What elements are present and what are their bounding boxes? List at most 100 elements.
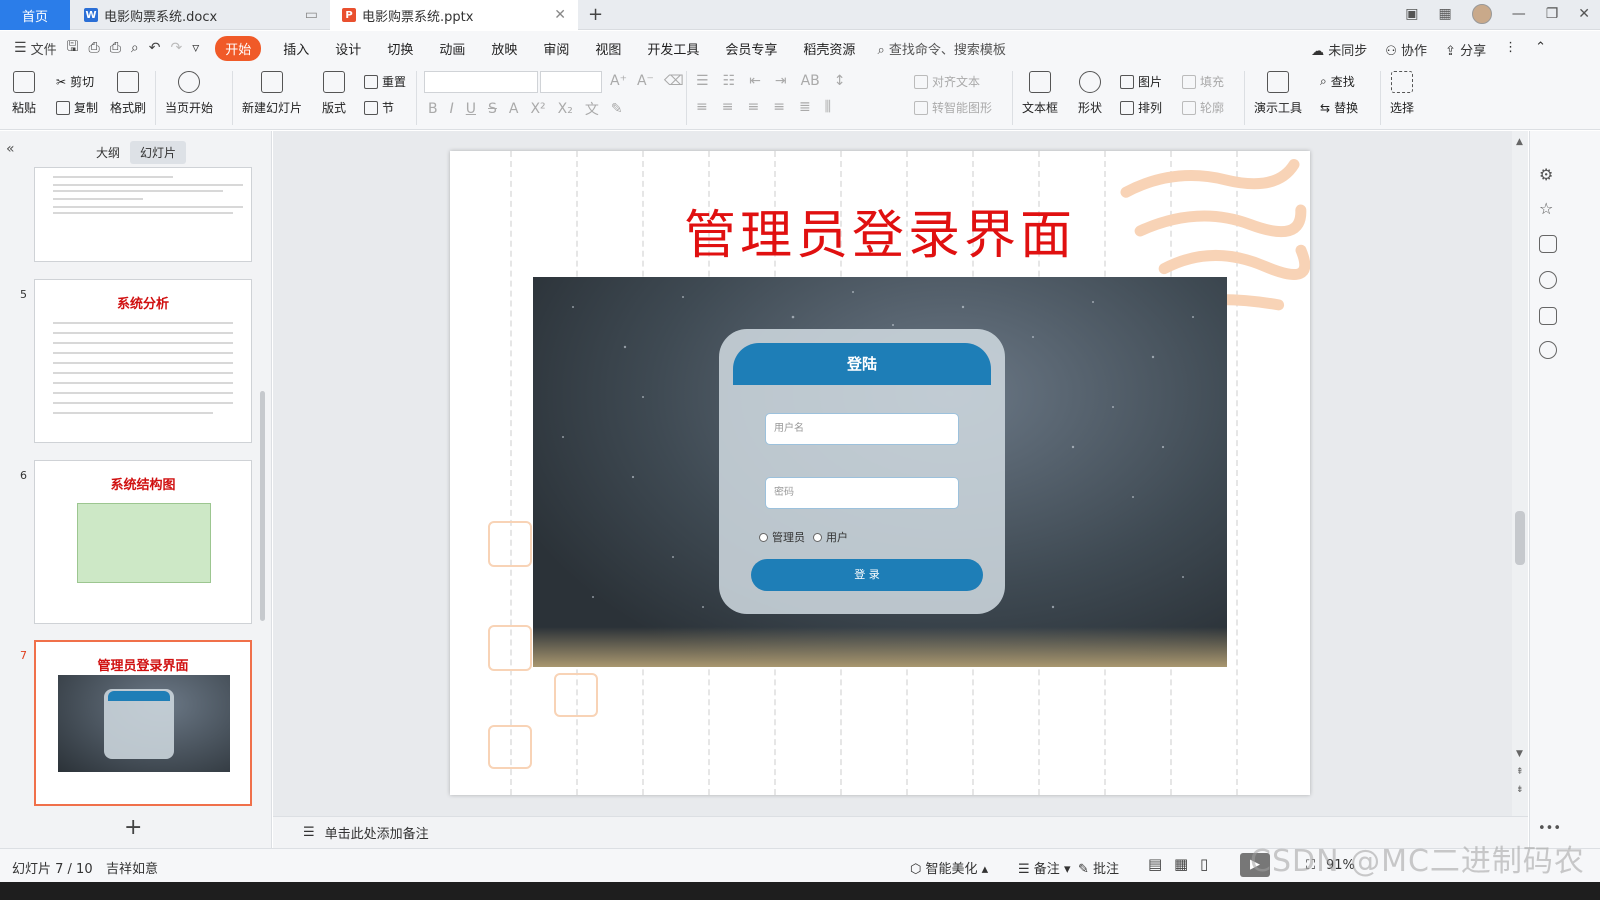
line-spacing-icon[interactable]: ↕ — [834, 73, 846, 89]
menu-animation[interactable]: 动画 — [439, 39, 465, 58]
align-text-button[interactable]: 对齐文本 — [914, 73, 980, 90]
bullet-list-icon[interactable]: ☰ — [696, 73, 709, 89]
close-tab-icon[interactable]: ✕ — [554, 7, 566, 23]
subscript-icon[interactable]: X₂ — [558, 101, 573, 117]
menu-docer[interactable]: 稻壳资源 — [803, 39, 855, 58]
scroll-up-icon[interactable]: ▲ — [1516, 137, 1523, 147]
collab-button[interactable]: ⚇ 协作 — [1385, 40, 1427, 59]
highlight-icon[interactable]: ✎ — [611, 101, 623, 117]
select-button[interactable]: 选择 — [1390, 71, 1414, 116]
reading-view-icon[interactable]: ▯ — [1200, 855, 1208, 873]
sorter-view-icon[interactable]: ▦ — [1174, 855, 1188, 873]
outdent-icon[interactable]: ⇤ — [749, 73, 761, 89]
print-icon[interactable]: ⎙ — [110, 40, 121, 56]
menu-file[interactable]: 文件 — [31, 39, 57, 58]
close-window-icon[interactable]: ✕ — [1578, 6, 1590, 22]
format-painter-button[interactable]: 格式刷 — [110, 71, 146, 116]
slide-thumbnail-7[interactable]: 管理员登录界面 — [34, 640, 252, 806]
menu-insert[interactable]: 插入 — [283, 39, 309, 58]
scroll-thumb[interactable] — [1515, 511, 1525, 565]
save-icon[interactable]: 🖫 — [67, 36, 79, 60]
layout-button[interactable]: 版式 — [322, 71, 346, 116]
minimize-icon[interactable]: — — [1512, 6, 1526, 22]
lightning-icon[interactable] — [1539, 341, 1557, 359]
outline-button[interactable]: 轮廓 — [1182, 99, 1224, 116]
settings-sliders-icon[interactable]: ⚙ — [1539, 165, 1557, 184]
tab-pptx[interactable]: P 电影购票系统.pptx ✕ — [330, 0, 578, 30]
text-direction-icon[interactable]: AB — [801, 73, 820, 89]
help-icon[interactable] — [1539, 271, 1557, 289]
increase-font-icon[interactable]: A⁺ — [610, 73, 627, 89]
more-dots-icon[interactable]: ••• — [1538, 821, 1561, 836]
replace-button[interactable]: ⇆ 替换 — [1320, 99, 1358, 116]
command-search[interactable]: ⌕ 查找命令、搜索模板 — [877, 39, 1005, 58]
picture-button[interactable]: 图片 — [1120, 73, 1162, 90]
slide-thumbnail-6[interactable]: 系统结构图 — [34, 460, 252, 624]
next-slide-icon[interactable]: ⇟ — [1516, 785, 1524, 795]
arrange-button[interactable]: 排列 — [1120, 99, 1162, 116]
new-tab-button[interactable]: + — [588, 4, 603, 25]
tab-slides[interactable]: 幻灯片 — [130, 141, 187, 164]
notes-toggle[interactable]: ☰ 备注 ▾ — [1018, 858, 1070, 877]
find-button[interactable]: ⌕ 查找 — [1320, 73, 1355, 90]
comment-toggle[interactable]: ✎ 批注 — [1078, 858, 1119, 877]
restore-icon[interactable]: ❐ — [1546, 6, 1559, 22]
collapse-ribbon-icon[interactable]: ⌃ — [1535, 40, 1546, 59]
copy-button[interactable]: 复制 — [56, 99, 98, 116]
menu-view[interactable]: 视图 — [595, 39, 621, 58]
grid-apps-icon[interactable]: ▦ — [1438, 6, 1451, 22]
pin-icon[interactable]: ▭ — [305, 7, 318, 23]
hamburger-icon[interactable]: ☰ — [14, 40, 27, 56]
star-icon[interactable]: ☆ — [1539, 199, 1557, 218]
smartart-button[interactable]: 转智能图形 — [914, 99, 992, 116]
bold-icon[interactable]: B — [428, 101, 438, 117]
new-slide-button[interactable]: 新建幻灯片 — [242, 71, 302, 116]
menu-slideshow[interactable]: 放映 — [491, 39, 517, 58]
menu-transition[interactable]: 切换 — [387, 39, 413, 58]
beautify-button[interactable]: ⬡ 智能美化 ▴ — [910, 858, 988, 877]
collapse-panel-icon[interactable]: « — [6, 141, 15, 157]
add-slide-button[interactable]: + — [124, 815, 142, 840]
align-center-icon[interactable]: ≡ — [722, 99, 734, 115]
theme-name[interactable]: 吉祥如意 — [106, 858, 158, 877]
more-icon[interactable]: ⋮ — [1504, 40, 1517, 59]
superscript-icon[interactable]: X² — [530, 101, 545, 117]
distribute-icon[interactable]: ≣ — [799, 99, 811, 115]
slide-thumbnail-5[interactable]: 系统分析 — [34, 279, 252, 443]
layers-icon[interactable] — [1539, 235, 1557, 253]
decrease-font-icon[interactable]: A⁻ — [637, 73, 654, 89]
scroll-down-icon[interactable]: ▼ — [1516, 749, 1523, 759]
eraser-icon[interactable]: ⌫ — [664, 73, 684, 89]
export-icon[interactable]: ⎙ — [89, 40, 100, 56]
align-left-icon[interactable]: ≡ — [696, 99, 708, 115]
indent-icon[interactable]: ⇥ — [775, 73, 787, 89]
tab-home[interactable]: 首页 — [0, 0, 70, 30]
italic-icon[interactable]: I — [450, 101, 454, 117]
menu-developer[interactable]: 开发工具 — [647, 39, 699, 58]
paste-button[interactable]: 粘贴 — [12, 71, 36, 116]
fill-button[interactable]: 填充 — [1182, 73, 1224, 90]
font-size-select[interactable] — [540, 71, 602, 93]
menu-review[interactable]: 审阅 — [543, 39, 569, 58]
strike-icon[interactable]: S — [488, 101, 497, 117]
menu-home[interactable]: 开始 — [215, 35, 262, 61]
slide-thumbnail-4[interactable] — [34, 167, 252, 262]
align-right-icon[interactable]: ≡ — [747, 99, 759, 115]
preview-icon[interactable]: ⌕ — [131, 40, 139, 56]
font-family-select[interactable] — [424, 71, 538, 93]
play-current-button[interactable]: 当页开始 — [165, 71, 213, 116]
share-button[interactable]: ⇪ 分享 — [1445, 40, 1486, 59]
shape-button[interactable]: 形状 — [1078, 71, 1102, 116]
panel-scrollbar[interactable] — [260, 391, 265, 621]
justify-icon[interactable]: ≡ — [773, 99, 785, 115]
columns-icon[interactable]: ⫼ — [825, 99, 831, 115]
avatar[interactable] — [1471, 4, 1492, 24]
gallery-icon[interactable] — [1539, 307, 1557, 325]
presenter-tools-button[interactable]: 演示工具 — [1254, 71, 1302, 116]
undo-icon[interactable]: ↶ — [149, 40, 161, 56]
menu-member[interactable]: 会员专享 — [725, 39, 777, 58]
prev-slide-icon[interactable]: ⇞ — [1516, 767, 1524, 777]
phonetic-icon[interactable]: 文 — [585, 99, 599, 119]
sync-button[interactable]: ☁ 未同步 — [1311, 40, 1367, 59]
dual-screen-icon[interactable]: ▣ — [1405, 6, 1418, 22]
